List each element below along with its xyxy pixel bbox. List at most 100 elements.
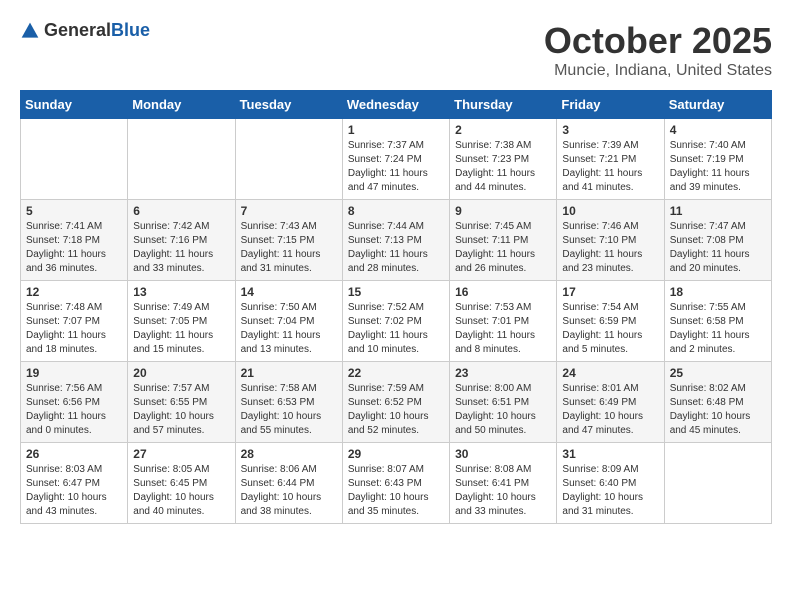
day-number: 7 — [241, 204, 337, 218]
day-info: Sunrise: 7:41 AM Sunset: 7:18 PM Dayligh… — [26, 220, 122, 276]
calendar-cell: 29 Sunrise: 8:07 AM Sunset: 6:43 PM Dayli… — [342, 443, 449, 524]
day-info: Sunrise: 7:38 AM Sunset: 7:23 PM Dayligh… — [455, 139, 551, 195]
day-info: Sunrise: 8:00 AM Sunset: 6:51 PM Dayligh… — [455, 382, 551, 438]
day-info: Sunrise: 8:09 AM Sunset: 6:40 PM Dayligh… — [562, 463, 658, 519]
day-info: Sunrise: 8:08 AM Sunset: 6:41 PM Dayligh… — [455, 463, 551, 519]
day-info: Sunrise: 7:55 AM Sunset: 6:58 PM Dayligh… — [670, 301, 766, 357]
day-number: 23 — [455, 366, 551, 380]
calendar-cell: 26Sunrise: 8:03 AM Sunset: 6:47 PM Dayli… — [21, 443, 128, 524]
calendar-cell: 6 Sunrise: 7:42 AM Sunset: 7:16 PM Daylig… — [128, 200, 235, 281]
day-number: 18 — [670, 285, 766, 299]
calendar-cell: 7Sunrise: 7:43 AM Sunset: 7:15 PM Daylig… — [235, 200, 342, 281]
day-number: 5 — [26, 204, 122, 218]
day-info: Sunrise: 7:42 AM Sunset: 7:16 PM Dayligh… — [133, 220, 229, 276]
weekday-header: Sunday — [21, 91, 128, 119]
logo: GeneralBlue — [20, 20, 150, 41]
calendar-cell: 31 Sunrise: 8:09 AM Sunset: 6:40 PM Dayli… — [557, 443, 664, 524]
calendar-cell — [128, 119, 235, 200]
day-number: 17 — [562, 285, 658, 299]
day-info: Sunrise: 8:07 AM Sunset: 6:43 PM Dayligh… — [348, 463, 444, 519]
day-number: 3 — [562, 123, 658, 137]
calendar-cell: 18 Sunrise: 7:55 AM Sunset: 6:58 PM Dayli… — [664, 281, 771, 362]
day-info: Sunrise: 7:50 AM Sunset: 7:04 PM Dayligh… — [241, 301, 337, 357]
calendar-cell: 19 Sunrise: 7:56 AM Sunset: 6:56 PM Dayli… — [21, 362, 128, 443]
day-info: Sunrise: 7:54 AM Sunset: 6:59 PM Dayligh… — [562, 301, 658, 357]
day-number: 11 — [670, 204, 766, 218]
day-info: Sunrise: 8:05 AM Sunset: 6:45 PM Dayligh… — [133, 463, 229, 519]
page-header: GeneralBlue October 2025 Muncie, Indiana… — [20, 20, 772, 80]
calendar-cell: 15Sunrise: 7:52 AM Sunset: 7:02 PM Dayli… — [342, 281, 449, 362]
day-info: Sunrise: 7:49 AM Sunset: 7:05 PM Dayligh… — [133, 301, 229, 357]
calendar-table: SundayMondayTuesdayWednesdayThursdayFrid… — [20, 90, 772, 524]
weekday-header: Wednesday — [342, 91, 449, 119]
calendar-cell: 11 Sunrise: 7:47 AM Sunset: 7:08 PM Dayli… — [664, 200, 771, 281]
day-info: Sunrise: 7:56 AM Sunset: 6:56 PM Dayligh… — [26, 382, 122, 438]
weekday-header: Saturday — [664, 91, 771, 119]
day-info: Sunrise: 7:48 AM Sunset: 7:07 PM Dayligh… — [26, 301, 122, 357]
day-number: 14 — [241, 285, 337, 299]
calendar-cell: 25 Sunrise: 8:02 AM Sunset: 6:48 PM Dayli… — [664, 362, 771, 443]
day-number: 6 — [133, 204, 229, 218]
calendar-cell: 10 Sunrise: 7:46 AM Sunset: 7:10 PM Dayli… — [557, 200, 664, 281]
day-number: 21 — [241, 366, 337, 380]
day-info: Sunrise: 7:58 AM Sunset: 6:53 PM Dayligh… — [241, 382, 337, 438]
calendar-week-row: 19 Sunrise: 7:56 AM Sunset: 6:56 PM Dayli… — [21, 362, 772, 443]
day-info: Sunrise: 7:40 AM Sunset: 7:19 PM Dayligh… — [670, 139, 766, 195]
calendar-cell: 8Sunrise: 7:44 AM Sunset: 7:13 PM Daylig… — [342, 200, 449, 281]
month-title: October 2025 — [544, 20, 772, 62]
day-number: 24 — [562, 366, 658, 380]
day-number: 12 — [26, 285, 122, 299]
day-number: 28 — [241, 447, 337, 461]
day-number: 19 — [26, 366, 122, 380]
day-number: 10 — [562, 204, 658, 218]
logo-icon — [20, 21, 40, 41]
day-number: 15 — [348, 285, 444, 299]
day-number: 2 — [455, 123, 551, 137]
calendar-header-row: SundayMondayTuesdayWednesdayThursdayFrid… — [21, 91, 772, 119]
day-number: 25 — [670, 366, 766, 380]
title-block: October 2025 Muncie, Indiana, United Sta… — [544, 20, 772, 80]
calendar-cell: 24 Sunrise: 8:01 AM Sunset: 6:49 PM Dayli… — [557, 362, 664, 443]
day-info: Sunrise: 7:39 AM Sunset: 7:21 PM Dayligh… — [562, 139, 658, 195]
day-info: Sunrise: 7:57 AM Sunset: 6:55 PM Dayligh… — [133, 382, 229, 438]
calendar-week-row: 26Sunrise: 8:03 AM Sunset: 6:47 PM Dayli… — [21, 443, 772, 524]
day-number: 1 — [348, 123, 444, 137]
calendar-cell: 20 Sunrise: 7:57 AM Sunset: 6:55 PM Dayli… — [128, 362, 235, 443]
weekday-header: Tuesday — [235, 91, 342, 119]
calendar-cell: 21 Sunrise: 7:58 AM Sunset: 6:53 PM Dayli… — [235, 362, 342, 443]
day-info: Sunrise: 8:02 AM Sunset: 6:48 PM Dayligh… — [670, 382, 766, 438]
calendar-cell: 2 Sunrise: 7:38 AM Sunset: 7:23 PM Daylig… — [450, 119, 557, 200]
weekday-header: Friday — [557, 91, 664, 119]
weekday-header: Monday — [128, 91, 235, 119]
day-number: 20 — [133, 366, 229, 380]
calendar-cell: 13Sunrise: 7:49 AM Sunset: 7:05 PM Dayli… — [128, 281, 235, 362]
day-info: Sunrise: 8:03 AM Sunset: 6:47 PM Dayligh… — [26, 463, 122, 519]
day-info: Sunrise: 7:44 AM Sunset: 7:13 PM Dayligh… — [348, 220, 444, 276]
day-info: Sunrise: 8:06 AM Sunset: 6:44 PM Dayligh… — [241, 463, 337, 519]
calendar-cell — [235, 119, 342, 200]
calendar-cell: 1 Sunrise: 7:37 AM Sunset: 7:24 PM Daylig… — [342, 119, 449, 200]
calendar-cell: 12 Sunrise: 7:48 AM Sunset: 7:07 PM Dayli… — [21, 281, 128, 362]
calendar-cell: 3 Sunrise: 7:39 AM Sunset: 7:21 PM Daylig… — [557, 119, 664, 200]
calendar-cell — [21, 119, 128, 200]
day-number: 30 — [455, 447, 551, 461]
day-info: Sunrise: 7:37 AM Sunset: 7:24 PM Dayligh… — [348, 139, 444, 195]
day-number: 29 — [348, 447, 444, 461]
day-number: 27 — [133, 447, 229, 461]
calendar-cell: 30 Sunrise: 8:08 AM Sunset: 6:41 PM Dayli… — [450, 443, 557, 524]
calendar-cell: 22 Sunrise: 7:59 AM Sunset: 6:52 PM Dayli… — [342, 362, 449, 443]
day-info: Sunrise: 8:01 AM Sunset: 6:49 PM Dayligh… — [562, 382, 658, 438]
weekday-header: Thursday — [450, 91, 557, 119]
logo-general: GeneralBlue — [44, 20, 150, 41]
day-number: 4 — [670, 123, 766, 137]
day-number: 9 — [455, 204, 551, 218]
day-number: 31 — [562, 447, 658, 461]
day-number: 22 — [348, 366, 444, 380]
day-info: Sunrise: 7:59 AM Sunset: 6:52 PM Dayligh… — [348, 382, 444, 438]
calendar-cell — [664, 443, 771, 524]
calendar-cell: 28 Sunrise: 8:06 AM Sunset: 6:44 PM Dayli… — [235, 443, 342, 524]
location-title: Muncie, Indiana, United States — [544, 62, 772, 80]
day-info: Sunrise: 7:47 AM Sunset: 7:08 PM Dayligh… — [670, 220, 766, 276]
calendar-cell: 4 Sunrise: 7:40 AM Sunset: 7:19 PM Daylig… — [664, 119, 771, 200]
day-info: Sunrise: 7:46 AM Sunset: 7:10 PM Dayligh… — [562, 220, 658, 276]
